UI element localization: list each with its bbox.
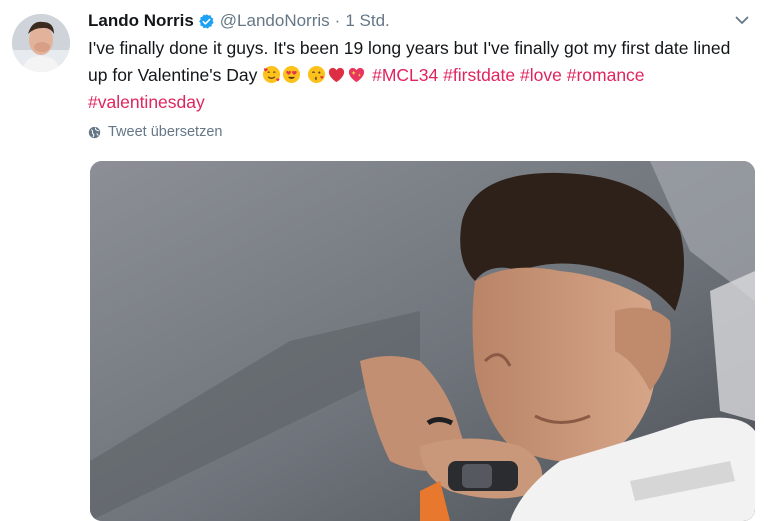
- translate-tweet-link[interactable]: Tweet übersetzen: [88, 124, 222, 140]
- author-handle[interactable]: @LandoNorris: [220, 11, 330, 31]
- hashtag-link[interactable]: #MCL34: [372, 65, 438, 85]
- verified-badge-icon: [198, 13, 214, 29]
- hashtag-link[interactable]: #romance: [567, 65, 645, 85]
- tweet-media-photo[interactable]: [90, 161, 755, 521]
- globe-icon: [88, 126, 101, 138]
- timestamp[interactable]: 1 Std.: [345, 11, 389, 31]
- hashtag-link[interactable]: #love: [520, 65, 562, 85]
- tweet-header: Lando Norris @LandoNorris · 1 Std.: [88, 9, 390, 33]
- separator-dot: ·: [334, 11, 341, 30]
- tweet-text: I've finally done it guys. It's been 19 …: [88, 35, 748, 116]
- avatar[interactable]: [12, 14, 70, 72]
- red-heart-icon: [329, 67, 345, 83]
- face-blowing-kiss-icon: [308, 65, 326, 84]
- chevron-down-icon[interactable]: [734, 12, 750, 28]
- sparkling-heart-icon: [349, 67, 365, 83]
- heart-eyes-icon: [283, 65, 301, 84]
- hashtag-link[interactable]: #valentinesday: [88, 92, 205, 112]
- translate-label: Tweet übersetzen: [108, 124, 223, 140]
- hashtag-link[interactable]: #firstdate: [443, 65, 515, 85]
- smiling-face-with-hearts-icon: [263, 65, 281, 84]
- author-name[interactable]: Lando Norris: [88, 11, 194, 31]
